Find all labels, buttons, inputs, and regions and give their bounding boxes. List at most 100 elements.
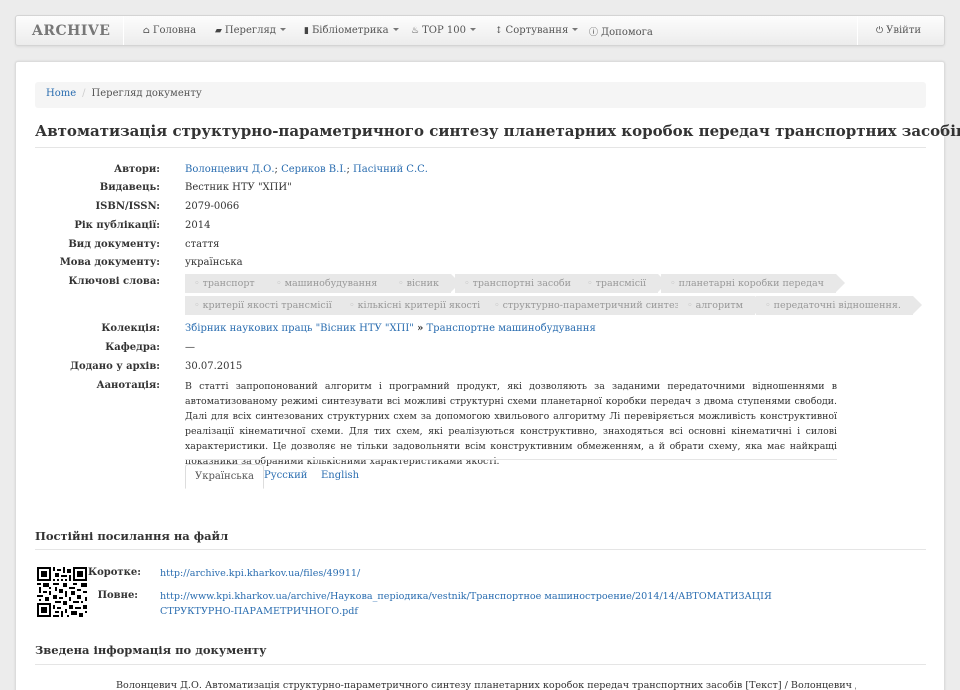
tag-dot-icon: ◦ xyxy=(194,278,200,289)
links-heading: Постійні посилання на файл xyxy=(35,529,229,543)
nav-help[interactable]: ⓘ Допомога xyxy=(589,25,653,38)
nav-library-dropdown[interactable]: ▮ Бібліометрика xyxy=(304,25,399,36)
links-divider xyxy=(35,549,926,550)
keyword-label: машинобудування xyxy=(284,278,378,289)
keyword-label: кількісні критерії якості xyxy=(357,300,481,311)
issn-value: 2079-0066 xyxy=(185,201,240,212)
keyword-tag[interactable]: ◦ машинобудування xyxy=(267,274,399,293)
keyword-tag[interactable]: ◦ кількісні критерії якості xyxy=(340,296,502,315)
abstract-text: В статті запропонований алгоритм і прогр… xyxy=(185,381,837,467)
language-value: українська xyxy=(185,257,243,268)
collection-value: Збірник наукових праць "Вісник НТУ "ХПІ"… xyxy=(185,323,596,334)
nav-top100-dropdown[interactable]: ♨ TOP 100 xyxy=(411,25,476,36)
authors-label: Автори: xyxy=(113,164,160,175)
sort-icon: ↕ xyxy=(495,26,503,36)
issn-label: ISBN/ISSN: xyxy=(95,201,160,212)
power-icon: ⏻ xyxy=(876,26,884,36)
folder-open-icon: ▰ xyxy=(215,26,222,36)
keyword-label: передаточні відношення. xyxy=(773,300,901,311)
abstract-label: Аанотація: xyxy=(96,380,160,391)
type-value: стаття xyxy=(185,239,220,250)
nav-home[interactable]: ⌂ Головна xyxy=(143,25,196,36)
publisher-value: Вестник НТУ "ХПИ" xyxy=(185,182,292,193)
author-link[interactable]: Волонцевич Д.О. xyxy=(185,164,275,175)
tag-dot-icon: ◦ xyxy=(687,300,693,311)
tag-dot-icon: ◦ xyxy=(494,300,500,311)
qr-code-icon xyxy=(37,567,87,617)
summary-divider xyxy=(35,664,926,665)
keyword-tag[interactable]: ◦ транспортні засоби xyxy=(455,274,592,293)
summary-heading: Зведена інформація по документу xyxy=(35,643,267,657)
keyword-label: транспорт xyxy=(202,278,255,289)
tab-ukrainian[interactable]: Українська xyxy=(185,464,264,489)
tag-dot-icon: ◦ xyxy=(349,300,355,311)
fire-icon: ♨ xyxy=(411,26,420,36)
tag-dot-icon: ◦ xyxy=(765,300,771,311)
keyword-tag[interactable]: ◦ структурно-параметричний синтез xyxy=(485,296,701,315)
authors-value: Волонцевич Д.О.; Сериков В.І.; Пасічний … xyxy=(185,164,428,175)
nav-browse-label: Перегляд xyxy=(224,25,276,36)
tag-dot-icon: ◦ xyxy=(670,278,676,289)
brand-logo[interactable]: ARCHIVE xyxy=(32,23,110,39)
home-icon: ⌂ xyxy=(143,26,150,36)
top-navbar: ARCHIVE ⌂ Головна ▰ Перегляд ▮ Бібліометрик… xyxy=(15,15,945,46)
breadcrumb-home-link[interactable]: Home xyxy=(46,88,76,99)
tag-dot-icon: ◦ xyxy=(194,300,200,311)
collection-label: Колекція: xyxy=(101,323,160,334)
short-link[interactable]: http://archive.kpi.kharkov.ua/files/4991… xyxy=(160,566,360,581)
author-link[interactable]: Сериков В.І. xyxy=(281,164,346,175)
year-label: Рік публікації: xyxy=(74,220,160,231)
keyword-label: трансмісії xyxy=(595,278,647,289)
nav-library-label: Бібліометрика xyxy=(311,25,389,36)
keyword-label: критерії якості трансмісії xyxy=(202,300,332,311)
title-divider xyxy=(35,147,926,148)
keyword-tag[interactable]: ◦ передаточні відношення. xyxy=(756,296,922,315)
subcollection-link[interactable]: Транспортне машинобудування xyxy=(427,323,596,334)
keyword-label: транспортні засоби xyxy=(472,278,571,289)
nav-sort-label: Сортування xyxy=(505,25,569,36)
caret-down-icon xyxy=(469,28,476,31)
author-link[interactable]: Пасічний С.С. xyxy=(353,164,428,175)
breadcrumb-separator: / xyxy=(82,88,86,99)
tab-russian[interactable]: Русский xyxy=(255,464,316,489)
keyword-tag[interactable]: ◦ алгоритм xyxy=(678,296,765,315)
keyword-label: структурно-параметричний синтез xyxy=(502,300,680,311)
nav-login[interactable]: ⏻ Увійти xyxy=(876,25,921,36)
type-label: Вид документу: xyxy=(68,239,160,250)
keyword-label: планетарні коробки передач xyxy=(678,278,824,289)
keyword-label: алгоритм xyxy=(695,300,744,311)
keyword-tag[interactable]: ◦ транспорт xyxy=(185,274,276,293)
tag-dot-icon: ◦ xyxy=(398,278,404,289)
citation-text: Волонцевич Д.О. Автоматизація структурно… xyxy=(116,680,856,690)
tab-english[interactable]: English xyxy=(312,464,368,489)
keyword-tag[interactable]: ◦ планетарні коробки передач xyxy=(661,274,845,293)
keyword-tag[interactable]: ◦ критерії якості трансмісії xyxy=(185,296,353,315)
language-label: Мова документу: xyxy=(59,257,160,268)
info-icon: ⓘ xyxy=(589,28,599,38)
tag-dot-icon: ◦ xyxy=(276,278,282,289)
keyword-tag[interactable]: ◦ трансмісії xyxy=(578,274,668,293)
language-tabs: Українська Русский English xyxy=(185,459,837,489)
added-label: Додано у архів: xyxy=(70,361,160,372)
full-link-label: Повне: xyxy=(97,590,138,601)
caret-down-icon xyxy=(572,28,579,31)
nav-login-label: Увійти xyxy=(886,25,922,36)
year-value: 2014 xyxy=(185,220,211,231)
short-link-label: Коротке: xyxy=(88,567,141,578)
nav-browse-dropdown[interactable]: ▰ Перегляд xyxy=(215,25,286,36)
nav-sort-dropdown[interactable]: ↕ Сортування xyxy=(495,25,579,36)
added-value: 30.07.2015 xyxy=(185,361,243,372)
breadcrumb-current: Перегляд документу xyxy=(91,88,202,99)
keyword-tag[interactable]: ◦ вісник xyxy=(389,274,460,293)
full-link[interactable]: http://www.kpi.kharkov.ua/archive/Науков… xyxy=(160,589,820,619)
caret-down-icon xyxy=(392,28,399,31)
collection-link[interactable]: Збірник наукових праць "Вісник НТУ "ХПІ" xyxy=(185,323,414,334)
department-label: Кафедра: xyxy=(105,342,160,353)
publisher-label: Видавець: xyxy=(99,182,160,193)
nav-top100-label: TOP 100 xyxy=(422,25,466,36)
caret-down-icon xyxy=(279,28,286,31)
nav-help-label: Допомога xyxy=(601,27,653,38)
breadcrumb: Home / Перегляд документу xyxy=(35,82,926,108)
book-icon: ▮ xyxy=(304,26,309,36)
department-value: — xyxy=(185,342,195,353)
